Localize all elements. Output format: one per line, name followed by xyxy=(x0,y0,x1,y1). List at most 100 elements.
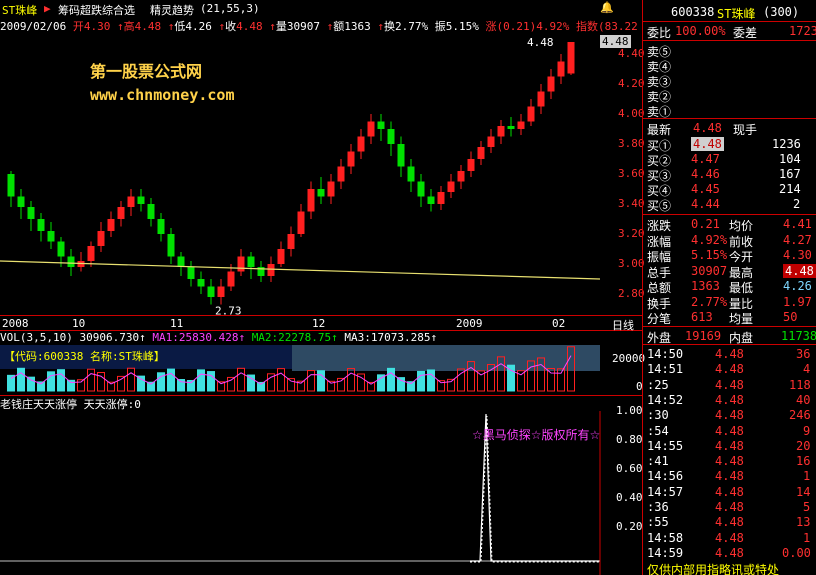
candle-body xyxy=(247,256,255,267)
stock-name[interactable]: ST珠峰 xyxy=(2,2,37,18)
time-axis: 2008 10 11 12 2009 02 日线 xyxy=(0,315,642,332)
candle-body xyxy=(177,256,185,267)
tick-volume: 20 xyxy=(796,438,811,453)
candle-body xyxy=(187,267,195,279)
close-label: 收 xyxy=(225,20,237,33)
indicator-watermark: ☆黑马侦探☆版权所有☆ xyxy=(472,428,601,442)
panel-code: 600338 xyxy=(671,5,715,19)
candle-body xyxy=(97,231,105,246)
amplitude-value: 5.15% xyxy=(445,20,479,33)
low-value: 4.26 xyxy=(185,20,212,33)
tick-volume: 1 xyxy=(803,469,811,484)
tick-volume: 1 xyxy=(803,530,811,545)
stat-value: 0.21 xyxy=(691,217,720,231)
candle-body xyxy=(147,204,155,219)
change-pct: 4.92% xyxy=(536,20,570,33)
vol-y-tick: 20000 xyxy=(612,352,646,365)
volume-bar xyxy=(27,376,35,392)
candle-body xyxy=(7,174,15,197)
tick-price: 4.48 xyxy=(715,500,744,514)
amount-value: 1363 xyxy=(344,20,371,33)
bid-volume: 1236 xyxy=(772,137,801,151)
candle-body xyxy=(417,181,425,197)
y-tick: 4.00 xyxy=(618,107,645,120)
x-tick: 11 xyxy=(170,317,184,330)
tick-price: 4.48 xyxy=(715,454,744,469)
stat-value: 30907 xyxy=(691,263,728,278)
tick-price: 4.48 xyxy=(715,423,744,438)
turnover-label: 换 xyxy=(383,20,395,33)
panel-name-code: (300) xyxy=(763,5,800,19)
stat-value: 1.97 xyxy=(783,294,812,309)
play-icon[interactable]: ▶ xyxy=(44,2,51,15)
tick-time: :25 xyxy=(647,377,669,392)
tick-time: 14:58 xyxy=(647,530,684,545)
tick-volume: 14 xyxy=(796,484,811,499)
candle-body xyxy=(347,151,355,167)
candle-body xyxy=(397,144,405,167)
stat-value: 4.27 xyxy=(783,232,812,247)
candle-body xyxy=(547,76,555,92)
latest-value: 4.48 xyxy=(693,121,722,135)
stat-value: 1363 xyxy=(691,279,720,293)
tick-time: :30 xyxy=(647,408,669,423)
stat-value: 4.92% xyxy=(691,232,728,247)
volume-bar xyxy=(317,370,325,392)
change-label: 涨 xyxy=(485,20,497,33)
candle-body xyxy=(67,256,75,267)
ma1-label: MA1:25830.428 xyxy=(152,331,239,344)
tick-volume: 9 xyxy=(803,423,811,438)
volume-bar xyxy=(307,370,315,392)
bid-label: 买⑤ xyxy=(647,199,672,213)
indicator-y-tick: 0.40 xyxy=(616,491,643,504)
low-label: 低 xyxy=(174,20,186,33)
formula-name[interactable]: 筹码超跌综合选 xyxy=(58,2,135,18)
stat-label: 分笔 xyxy=(647,312,672,326)
volume-bar xyxy=(427,369,435,392)
weibi-value: 100.00% xyxy=(675,24,726,38)
tick-price: 4.48 xyxy=(715,545,744,560)
candle-body xyxy=(557,61,565,77)
indicator-y-tick: 1.00 xyxy=(616,404,643,417)
x-tick: 10 xyxy=(72,317,86,330)
candle-body xyxy=(527,106,535,122)
stat-value: 4.41 xyxy=(783,217,812,231)
tick-time: :54 xyxy=(647,423,669,438)
volume-bar xyxy=(397,377,405,392)
tick-volume: 36 xyxy=(796,347,811,361)
weibi-label: 委比 xyxy=(647,26,672,40)
volume-label: 量 xyxy=(275,20,287,33)
candle-body xyxy=(287,234,295,249)
volume-title: VOL(3,5,10) xyxy=(0,331,73,344)
volume-info-bar: VOL(3,5,10) 30906.730↑ MA1:25830.428↑ MA… xyxy=(0,331,438,344)
bid-price: 4.45 xyxy=(691,182,720,196)
tick-price: 4.48 xyxy=(715,362,744,377)
indicator-title: 老钱庄天天涨停 xyxy=(0,398,77,411)
volume-bar xyxy=(137,375,145,392)
volume-bar xyxy=(547,368,555,392)
tick-time: 14:59 xyxy=(647,545,684,560)
tick-time: :41 xyxy=(647,454,669,469)
price-axis: 4.48 4.40 4.20 4.00 3.80 3.60 3.40 3.20 3.00 2.80 xyxy=(600,0,645,330)
watermark-url: www.chnmoney.com xyxy=(90,86,235,104)
candle-body xyxy=(157,219,165,234)
indicator-name[interactable]: 精灵趋势 xyxy=(150,2,194,18)
open-value: 4.30 xyxy=(83,20,111,33)
volume-value: 30907 xyxy=(286,20,320,33)
candle-body xyxy=(327,181,335,197)
volume-bar xyxy=(237,367,245,392)
volume-value: 30906.730 xyxy=(79,331,140,344)
indicator-info-bar: 老钱庄天天涨停 天天涨停:0 xyxy=(0,396,600,411)
tick-volume: 118 xyxy=(789,377,811,392)
open-label: 开 xyxy=(72,20,84,33)
panel-footer: 仅供内部用指略讯或特处 xyxy=(647,563,780,575)
candle-body xyxy=(567,42,575,74)
x-tick: 2008 xyxy=(2,317,29,330)
candle-body xyxy=(37,219,45,231)
tick-time: :36 xyxy=(647,500,669,514)
volume-bar xyxy=(47,371,55,392)
volume-bar xyxy=(87,368,95,392)
candle-body xyxy=(57,241,65,257)
candle-body xyxy=(137,196,145,204)
volume-bar xyxy=(197,369,205,392)
